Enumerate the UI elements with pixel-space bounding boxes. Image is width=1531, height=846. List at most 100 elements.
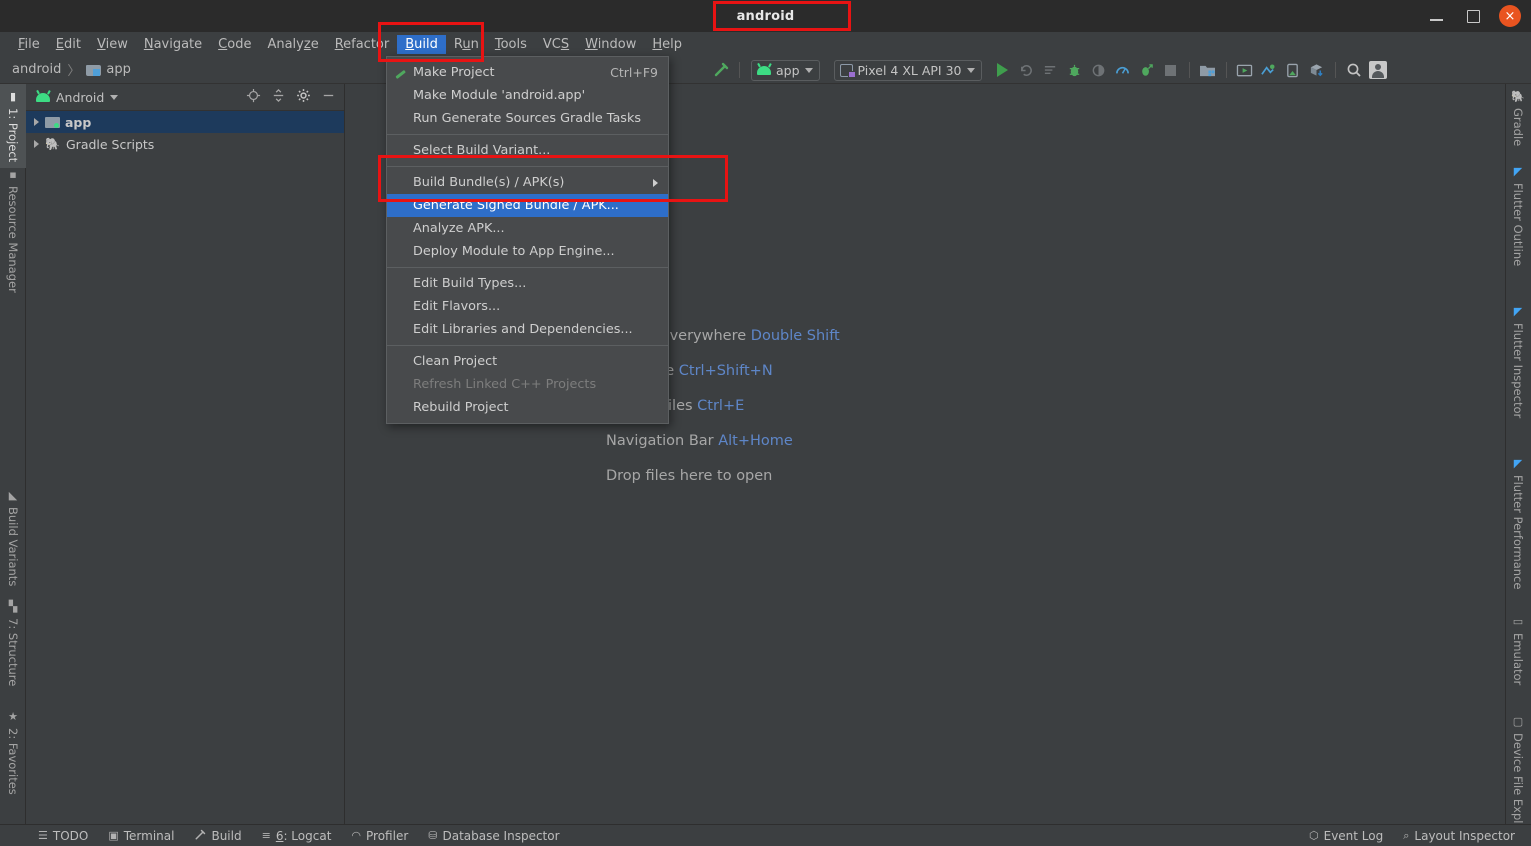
toolbar-separator-4 — [1334, 62, 1336, 78]
status-build[interactable]: Build — [184, 829, 251, 843]
welcome-line-navigation-bar: Navigation Bar Alt+Home — [606, 433, 840, 449]
menu-item-edit-flavors[interactable]: Edit Flavors... — [387, 295, 668, 318]
status-todo[interactable]: ☰ TODO — [28, 829, 98, 843]
build-menu-dropdown: Make Project Ctrl+F9 Make Module 'androi… — [386, 56, 669, 424]
menu-item-make-module[interactable]: Make Module 'android.app' — [387, 84, 668, 107]
menu-navigate[interactable]: Navigate — [136, 35, 210, 54]
apply-changes-icon[interactable] — [1016, 59, 1038, 81]
menu-analyze[interactable]: Analyze — [259, 35, 326, 54]
run-with-coverage-icon[interactable] — [1136, 59, 1158, 81]
menu-item-deploy-module-to-app-engine[interactable]: Deploy Module to App Engine... — [387, 240, 668, 263]
status-profiler[interactable]: ◠ Profiler — [341, 829, 418, 843]
status-logcat[interactable]: ≡ 6: Logcat — [252, 829, 342, 843]
apply-code-changes-icon[interactable] — [1040, 59, 1062, 81]
status-event-log[interactable]: ⬡ Event Log — [1299, 829, 1393, 843]
status-label: Terminal — [123, 828, 175, 843]
run-configuration-selector[interactable]: app — [751, 59, 820, 81]
menu-item-clean-project[interactable]: Clean Project — [387, 350, 668, 373]
minimize-button[interactable] — [1427, 6, 1447, 26]
tree-row-gradle-scripts[interactable]: 🐘 Gradle Scripts — [26, 133, 344, 155]
breadcrumb-project[interactable]: android — [12, 62, 61, 77]
sidebar-item-flutter-inspector[interactable]: ◤ Flutter Inspector — [1505, 299, 1531, 424]
status-database-inspector[interactable]: ⛁ Database Inspector — [418, 829, 569, 843]
menu-edit[interactable]: Edit — [48, 35, 89, 54]
project-view-selector[interactable]: Android — [56, 90, 104, 105]
project-icon: ▮ — [9, 90, 17, 103]
hide-panel-icon[interactable] — [321, 88, 336, 106]
device-manager-icon[interactable] — [1258, 59, 1280, 81]
menu-run[interactable]: Run — [446, 35, 487, 54]
menu-vcs[interactable]: VCS — [535, 35, 577, 54]
debug-icon[interactable] — [1064, 59, 1086, 81]
menu-help[interactable]: Help — [644, 35, 690, 54]
menu-item-edit-build-types[interactable]: Edit Build Types... — [387, 272, 668, 295]
avatar[interactable] — [1367, 59, 1389, 81]
menu-item-select-build-variant[interactable]: Select Build Variant... — [387, 139, 668, 162]
profiler-icon[interactable] — [1112, 59, 1134, 81]
collapse-all-icon[interactable] — [271, 88, 286, 106]
android-icon — [757, 65, 771, 75]
close-button[interactable]: × — [1499, 5, 1521, 27]
sidebar-item-build-variants[interactable]: ◣ Build Variants — [0, 483, 26, 592]
tree-row-app[interactable]: app — [26, 111, 344, 133]
menu-item-label: Generate Signed Bundle / APK... — [413, 198, 619, 213]
welcome-shortcut: Ctrl+Shift+N — [678, 363, 773, 379]
menu-item-generate-signed-bundle-apk[interactable]: Generate Signed Bundle / APK... — [387, 194, 668, 217]
menu-item-label: Clean Project — [413, 354, 498, 369]
menu-item-build-bundles-apks[interactable]: Build Bundle(s) / APK(s) — [387, 171, 668, 194]
chevron-right-icon[interactable] — [34, 140, 39, 148]
menu-build[interactable]: Build — [397, 34, 446, 54]
menu-item-edit-libraries-and-dependencies[interactable]: Edit Libraries and Dependencies... — [387, 318, 668, 341]
sidebar-item-project[interactable]: ▮ 1: Project — [0, 84, 26, 169]
menu-item-label: Refresh Linked C++ Projects — [413, 377, 597, 392]
layout-inspector-icon[interactable] — [1282, 59, 1304, 81]
maximize-button[interactable] — [1463, 6, 1483, 26]
chevron-right-icon[interactable] — [34, 118, 39, 126]
menu-item-run-generate-sources[interactable]: Run Generate Sources Gradle Tasks — [387, 107, 668, 130]
toolbar-separator-2 — [1188, 62, 1190, 78]
menu-tools[interactable]: Tools — [487, 35, 535, 54]
menu-item-analyze-apk[interactable]: Analyze APK... — [387, 217, 668, 240]
menu-item-label: Make Project — [413, 65, 495, 80]
device-selector[interactable]: Pixel 4 XL API 30 — [833, 59, 982, 81]
sidebar-item-gradle[interactable]: 🐘 Gradle — [1505, 84, 1531, 152]
menu-refactor[interactable]: Refactor — [327, 35, 398, 54]
status-label: Profiler — [366, 828, 409, 843]
sidebar-item-structure[interactable]: ▚ 7: Structure — [0, 594, 26, 692]
menu-view[interactable]: View — [89, 35, 136, 54]
welcome-shortcut: Alt+Home — [718, 433, 793, 449]
select-opened-file-icon[interactable] — [246, 88, 261, 106]
menu-item-label: Deploy Module to App Engine... — [413, 244, 615, 259]
toolbar-separator-3 — [1225, 62, 1227, 78]
close-icon: × — [1504, 8, 1516, 24]
status-terminal[interactable]: ▣ Terminal — [98, 829, 184, 843]
module-icon — [45, 116, 60, 128]
menu-file[interactable]: File — [10, 35, 48, 54]
run-icon[interactable] — [992, 59, 1014, 81]
sidebar-item-favorites[interactable]: ★ 2: Favorites — [0, 704, 26, 801]
menu-window[interactable]: Window — [577, 35, 644, 54]
resource-manager-icon: ▪ — [9, 168, 17, 181]
attach-debugger-icon[interactable] — [1088, 59, 1110, 81]
sidebar-item-emulator[interactable]: ▭ Emulator — [1505, 609, 1531, 691]
search-icon[interactable] — [1343, 59, 1365, 81]
status-label: Event Log — [1323, 828, 1384, 843]
stop-icon[interactable] — [1160, 59, 1182, 81]
database-icon: ⛁ — [428, 829, 438, 842]
menu-item-make-project[interactable]: Make Project Ctrl+F9 — [387, 61, 668, 84]
sdk-manager-icon[interactable] — [1197, 59, 1219, 81]
status-label: Database Inspector — [442, 828, 560, 843]
menu-separator — [387, 134, 668, 135]
hammer-icon[interactable] — [710, 59, 732, 81]
menu-code[interactable]: Code — [210, 35, 259, 54]
avd-manager-icon[interactable] — [1234, 59, 1256, 81]
sidebar-item-flutter-outline[interactable]: ◤ Flutter Outline — [1505, 159, 1531, 272]
breadcrumb-module[interactable]: app — [106, 62, 130, 77]
device-file-explorer-icon[interactable] — [1306, 59, 1328, 81]
settings-gear-icon[interactable] — [296, 88, 311, 106]
sidebar-item-flutter-performance[interactable]: ◤ Flutter Performance — [1505, 451, 1531, 595]
menu-item-rebuild-project[interactable]: Rebuild Project — [387, 396, 668, 419]
chevron-down-icon[interactable] — [110, 94, 119, 100]
sidebar-item-resource-manager[interactable]: ▪ Resource Manager — [0, 162, 26, 299]
status-layout-inspector[interactable]: ⌕ Layout Inspector — [1393, 829, 1525, 843]
